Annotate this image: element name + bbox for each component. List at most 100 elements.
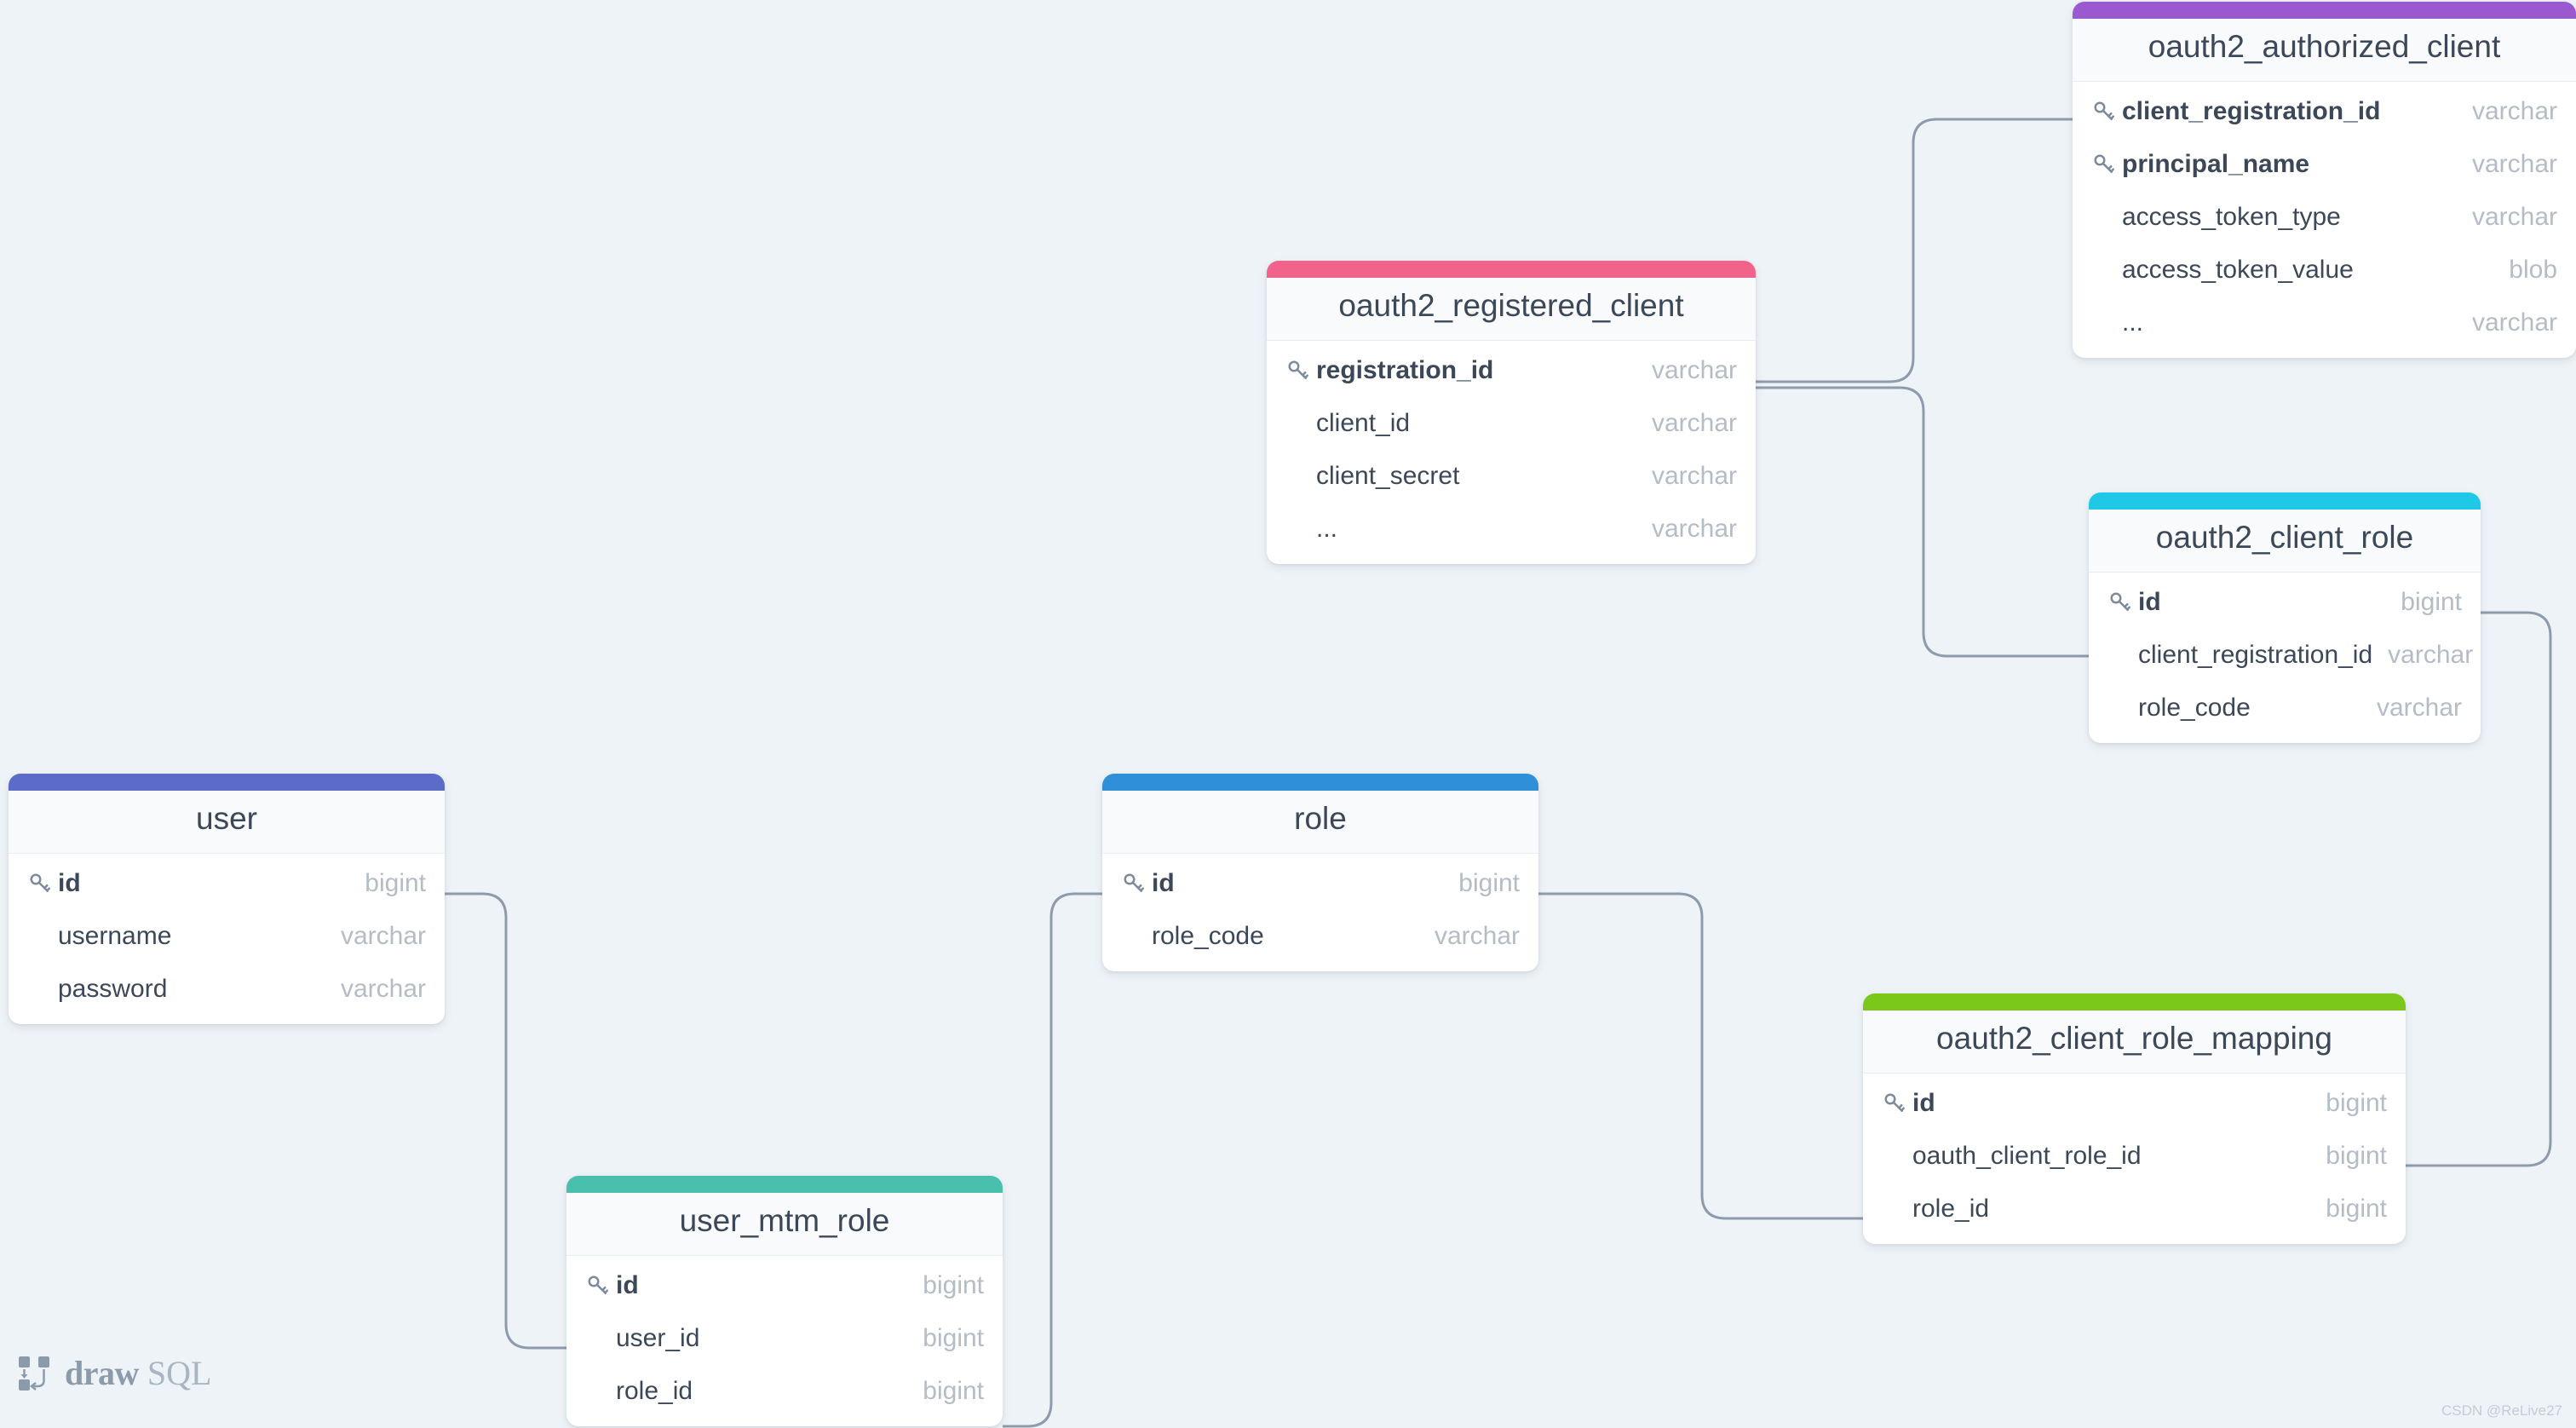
column-name: role_code	[2138, 693, 2251, 722]
connector-registered-client-to-authorized-client	[1756, 118, 2073, 383]
column-name: principal_name	[2122, 149, 2310, 178]
key-icon	[2091, 99, 2122, 124]
table-column-row[interactable]: id bigint	[1863, 1077, 2406, 1130]
table-accent-bar	[566, 1176, 1003, 1193]
column-type: bigint	[923, 1270, 984, 1299]
column-name: access_token_value	[2122, 255, 2354, 284]
column-name: id	[1152, 868, 1175, 897]
table-accent-bar	[1267, 261, 1756, 278]
table-column-row[interactable]: id bigint	[2089, 576, 2481, 629]
table-card-oauth2_authorized_client[interactable]: oauth2_authorized_client client_registrat…	[2073, 2, 2576, 358]
table-card-role[interactable]: role id bigint role_code varchar	[1102, 774, 1538, 971]
table-card-oauth2_client_role_mapping[interactable]: oauth2_client_role_mapping id bigint oauth_…	[1863, 993, 2406, 1244]
table-column-row[interactable]: role_id bigint	[1863, 1183, 2406, 1235]
table-column-row[interactable]: principal_name varchar	[2073, 138, 2576, 191]
table-title: user_mtm_role	[566, 1193, 1003, 1256]
column-type: varchar	[2471, 202, 2557, 231]
key-icon	[27, 871, 58, 896]
column-type: bigint	[923, 1376, 984, 1405]
table-title: oauth2_registered_client	[1267, 278, 1756, 341]
table-column-row[interactable]: id bigint	[9, 857, 445, 910]
column-type: varchar	[2471, 96, 2557, 125]
table-columns: id bigint oauth_client_role_id bigint role_i…	[1863, 1074, 2406, 1244]
table-title: role	[1102, 791, 1538, 854]
column-name: password	[58, 974, 168, 1003]
column-name: client_id	[1316, 408, 1411, 437]
table-accent-bar	[1863, 993, 2406, 1011]
table-title: user	[9, 791, 445, 854]
table-column-row[interactable]: id bigint	[1102, 857, 1538, 910]
watermark-text: CSDN @ReLive27	[2441, 1402, 2562, 1419]
column-type: varchar	[1651, 355, 1737, 384]
table-column-row[interactable]: role_code varchar	[2089, 682, 2481, 734]
drawsql-flow-icon	[19, 1356, 49, 1391]
table-column-row[interactable]: registration_id varchar	[1267, 344, 1756, 397]
column-type: bigint	[365, 868, 426, 897]
connector-user-to-user-mtm-role	[445, 892, 566, 1350]
table-columns: id bigint user_id bigint role_id bigint	[566, 1256, 1003, 1426]
column-type: bigint	[923, 1323, 984, 1352]
table-accent-bar	[2073, 2, 2576, 19]
table-column-row[interactable]: password varchar	[9, 963, 445, 1016]
column-name: ...	[1316, 514, 1338, 543]
column-name: role_id	[616, 1376, 693, 1405]
column-name: client_registration_id	[2122, 96, 2381, 125]
column-type: varchar	[2471, 149, 2557, 178]
table-card-oauth2_registered_client[interactable]: oauth2_registered_client registration_id v…	[1267, 261, 1756, 564]
table-column-row[interactable]: client_registration_id varchar	[2089, 629, 2481, 682]
table-column-row[interactable]: client_registration_id varchar	[2073, 85, 2576, 138]
connector-role-to-client-role-mapping	[1538, 892, 1863, 1220]
table-column-row[interactable]: user_id bigint	[566, 1312, 1003, 1365]
table-columns: client_registration_id varchar principal_n…	[2073, 82, 2576, 358]
key-icon	[2091, 152, 2122, 177]
column-type: varchar	[2376, 693, 2462, 722]
table-accent-bar	[1102, 774, 1538, 791]
table-card-user_mtm_role[interactable]: user_mtm_role id bigint user_id bigint role_i…	[566, 1176, 1003, 1426]
key-icon	[2107, 590, 2138, 615]
table-column-row[interactable]: id bigint	[566, 1259, 1003, 1312]
table-column-row[interactable]: access_token_value blob	[2073, 244, 2576, 297]
column-type: varchar	[2388, 640, 2474, 669]
column-name: ...	[2122, 308, 2144, 337]
column-type: bigint	[2326, 1088, 2387, 1117]
key-icon	[1882, 1091, 1912, 1116]
column-type: blob	[2509, 255, 2557, 284]
table-column-row[interactable]: ... varchar	[1267, 503, 1756, 556]
table-columns: id bigint username varchar password varchar	[9, 854, 445, 1024]
table-card-oauth2_client_role[interactable]: oauth2_client_roleid bigint client_registr…	[2089, 492, 2481, 743]
column-name: id	[616, 1270, 639, 1299]
column-name: client_registration_id	[2138, 640, 2373, 669]
table-card-user[interactable]: user id bigint username varchar password varch…	[9, 774, 445, 1024]
column-name: id	[1912, 1088, 1935, 1117]
column-name: oauth_client_role_id	[1912, 1141, 2142, 1170]
column-name: role_code	[1152, 921, 1264, 950]
column-type: bigint	[2401, 587, 2462, 616]
table-title: oauth2_client_role	[2089, 510, 2481, 573]
table-column-row[interactable]: ... varchar	[2073, 297, 2576, 349]
column-name: registration_id	[1316, 355, 1494, 384]
connector-registered-client-to-client-role	[1756, 386, 2089, 658]
table-column-row[interactable]: role_code varchar	[1102, 910, 1538, 963]
column-type: varchar	[1651, 408, 1737, 437]
column-type: varchar	[1651, 461, 1737, 490]
table-column-row[interactable]: client_secret varchar	[1267, 450, 1756, 503]
table-column-row[interactable]: oauth_client_role_id bigint	[1863, 1130, 2406, 1183]
table-column-row[interactable]: username varchar	[9, 910, 445, 963]
table-column-row[interactable]: access_token_type varchar	[2073, 191, 2576, 244]
drawsql-logo: draw SQL	[17, 1353, 211, 1393]
table-title: oauth2_client_role_mapping	[1863, 1011, 2406, 1074]
key-icon	[1285, 358, 1316, 383]
column-name: client_secret	[1316, 461, 1460, 490]
column-type: bigint	[1458, 868, 1520, 897]
column-type: varchar	[2471, 308, 2557, 337]
column-type: bigint	[2326, 1141, 2387, 1170]
table-columns: id bigint client_registration_id varchar rol…	[2089, 573, 2481, 743]
table-column-row[interactable]: role_id bigint	[566, 1365, 1003, 1418]
table-column-row[interactable]: client_id varchar	[1267, 397, 1756, 450]
column-name: user_id	[616, 1323, 700, 1352]
erd-canvas[interactable]: oauth2_authorized_client client_registrat…	[0, 0, 2576, 1428]
connector-role-to-user-mtm-role	[1003, 892, 1102, 1428]
column-name: id	[2138, 587, 2161, 616]
key-icon	[1121, 871, 1152, 896]
key-icon	[585, 1273, 616, 1298]
